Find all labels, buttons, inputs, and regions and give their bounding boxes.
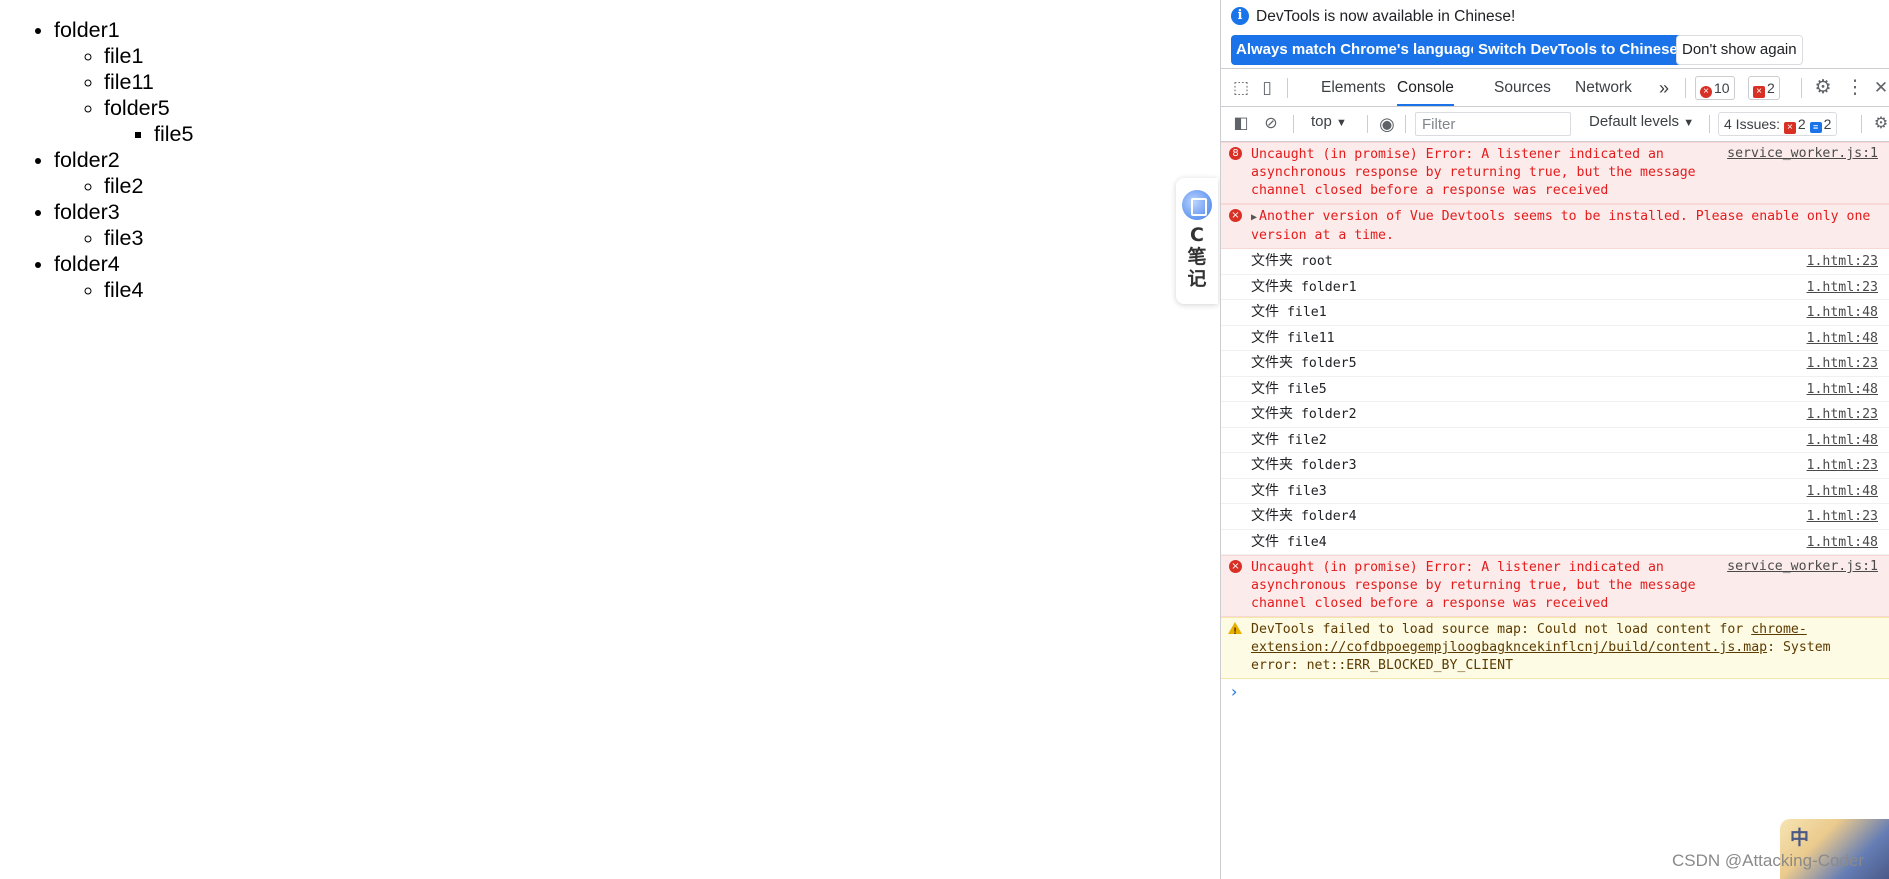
- issue-error-icon: ×: [1783, 122, 1796, 134]
- issue-error-icon: ×: [1753, 86, 1765, 98]
- note-logo-icon: [1182, 190, 1212, 220]
- switch-chinese-button[interactable]: Switch DevTools to Chinese: [1473, 35, 1683, 65]
- inspect-element-icon[interactable]: ⬚: [1231, 78, 1251, 98]
- log-levels-dropdown[interactable]: Default levels ▼: [1589, 113, 1694, 130]
- warning-icon: [1228, 622, 1242, 641]
- source-link[interactable]: 1.html:23: [1807, 506, 1878, 527]
- c-note-widget[interactable]: C 笔 记: [1176, 178, 1218, 304]
- source-link[interactable]: 1.html:23: [1807, 455, 1878, 476]
- tree-file: file4: [104, 277, 1220, 303]
- info-icon: i: [1231, 7, 1249, 25]
- console-log-row: 文件 file5 1.html:48: [1221, 377, 1889, 402]
- console-log-row: 文件夹 folder2 1.html:23: [1221, 402, 1889, 428]
- more-options-icon[interactable]: ⋮: [1845, 78, 1865, 98]
- source-link[interactable]: 1.html:48: [1807, 430, 1878, 451]
- console-settings-icon[interactable]: ⚙: [1871, 114, 1889, 134]
- tree-folder: folder3 file3: [54, 199, 1220, 251]
- console-error-message: × Uncaught (in promise) Error: A listene…: [1221, 555, 1889, 617]
- console-log-row: 文件 file4 1.html:48: [1221, 530, 1889, 555]
- console-log-row: 文件夹 folder1 1.html:23: [1221, 275, 1889, 300]
- console-filterbar: ◧ ⊘ top ▼ ◉ Filter Default levels ▼ 4 Is…: [1221, 107, 1889, 142]
- tab-console[interactable]: Console: [1397, 69, 1454, 106]
- source-link[interactable]: 1.html:48: [1807, 328, 1878, 349]
- console-log-row: 文件 file2 1.html:48: [1221, 428, 1889, 453]
- source-link[interactable]: 1.html:23: [1807, 251, 1878, 272]
- console-log-row: 文件夹 root 1.html:23: [1221, 249, 1889, 275]
- filter-input[interactable]: Filter: [1415, 112, 1571, 136]
- language-infobar: i DevTools is now available in Chinese! …: [1221, 0, 1889, 69]
- settings-gear-icon[interactable]: ⚙: [1813, 78, 1833, 98]
- error-icon: ×: [1229, 560, 1242, 573]
- console-warning-message: DevTools failed to load source map: Coul…: [1221, 617, 1889, 679]
- widget-label: C: [1190, 224, 1204, 246]
- device-toolbar-icon[interactable]: ▯: [1257, 78, 1277, 98]
- widget-label: 笔: [1187, 246, 1207, 268]
- tab-elements[interactable]: Elements: [1321, 69, 1386, 106]
- error-icon: ×: [1229, 209, 1242, 222]
- console-prompt[interactable]: ›: [1221, 679, 1889, 701]
- tree-file: file2: [104, 173, 1220, 199]
- dont-show-again-button[interactable]: Don't show again: [1676, 35, 1803, 65]
- dropdown-arrow-icon: ▼: [1683, 117, 1695, 129]
- context-selector[interactable]: top ▼: [1311, 113, 1347, 130]
- issue-count-badge[interactable]: × 2: [1748, 76, 1780, 100]
- tree-folder: folder4 file4: [54, 251, 1220, 303]
- source-link[interactable]: 1.html:48: [1807, 532, 1878, 553]
- expand-arrow-icon[interactable]: ▶: [1251, 212, 1257, 223]
- tree-file: file1: [104, 43, 1220, 69]
- devtools-panel: i DevTools is now available in Chinese! …: [1220, 0, 1889, 879]
- console-log-row: 文件夹 folder3 1.html:23: [1221, 453, 1889, 479]
- source-link[interactable]: 1.html:48: [1807, 481, 1878, 502]
- source-link[interactable]: service_worker.js:1: [1727, 145, 1878, 163]
- tree-folder: folder1 file1 file11 folder5 file5: [54, 17, 1220, 147]
- console-log-row: 文件夹 folder4 1.html:23: [1221, 504, 1889, 530]
- sidebar-toggle-icon[interactable]: ◧: [1231, 114, 1251, 134]
- source-link[interactable]: 1.html:23: [1807, 277, 1878, 298]
- live-expression-eye-icon[interactable]: ◉: [1377, 114, 1397, 134]
- source-link[interactable]: 1.html:23: [1807, 353, 1878, 374]
- console-log-row: 文件 file1 1.html:48: [1221, 300, 1889, 326]
- page-viewport: folder1 file1 file11 folder5 file5 folde…: [0, 0, 1220, 879]
- console-log-row: 文件夹 folder5 1.html:23: [1221, 351, 1889, 377]
- match-language-button[interactable]: Always match Chrome's language: [1231, 35, 1484, 65]
- tree-folder: folder2 file2: [54, 147, 1220, 199]
- tree-file: file11: [104, 69, 1220, 95]
- error-count-icon: 8: [1229, 147, 1242, 160]
- csdn-watermark: CSDN @Attacking-Coder: [1671, 851, 1864, 870]
- tree-folder: folder5 file5: [104, 95, 1220, 147]
- devtools-tabbar: ⬚ ▯ Elements Console Sources Network » ×…: [1221, 69, 1889, 107]
- source-link[interactable]: 1.html:48: [1807, 379, 1878, 400]
- tab-network[interactable]: Network: [1575, 69, 1632, 106]
- widget-label: 记: [1187, 268, 1207, 290]
- source-link[interactable]: 1.html:48: [1807, 302, 1878, 323]
- folder-tree: folder1 file1 file11 folder5 file5 folde…: [0, 17, 1220, 303]
- issues-counter[interactable]: 4 Issues: × 2 ≡ 2: [1718, 112, 1838, 136]
- tab-sources[interactable]: Sources: [1494, 69, 1551, 106]
- console-error-message: 8 Uncaught (in promise) Error: A listene…: [1221, 142, 1889, 204]
- dropdown-arrow-icon: ▼: [1336, 117, 1347, 129]
- issue-info-icon: ≡: [1809, 122, 1822, 133]
- source-link[interactable]: 1.html:23: [1807, 404, 1878, 425]
- close-devtools-icon[interactable]: ✕: [1871, 78, 1889, 98]
- error-count-badge[interactable]: × 10: [1695, 76, 1735, 100]
- console-log-row: 文件 file11 1.html:48: [1221, 326, 1889, 351]
- more-tabs-icon[interactable]: »: [1659, 69, 1669, 106]
- console-log-row: 文件 file3 1.html:48: [1221, 479, 1889, 504]
- error-icon: ×: [1700, 86, 1712, 98]
- tree-file: file5: [154, 121, 1220, 147]
- console-error-message: × ▶ Another version of Vue Devtools seems…: [1221, 204, 1889, 249]
- console-log-list: 文件夹 root 1.html:23 文件夹 folder1 1.html:23 文…: [1221, 249, 1889, 555]
- tree-file: file3: [104, 225, 1220, 251]
- infobar-message: DevTools is now available in Chinese!: [1256, 8, 1516, 25]
- clear-console-icon[interactable]: ⊘: [1261, 114, 1281, 134]
- console-output: 8 Uncaught (in promise) Error: A listene…: [1221, 142, 1889, 701]
- source-link[interactable]: service_worker.js:1: [1727, 558, 1878, 576]
